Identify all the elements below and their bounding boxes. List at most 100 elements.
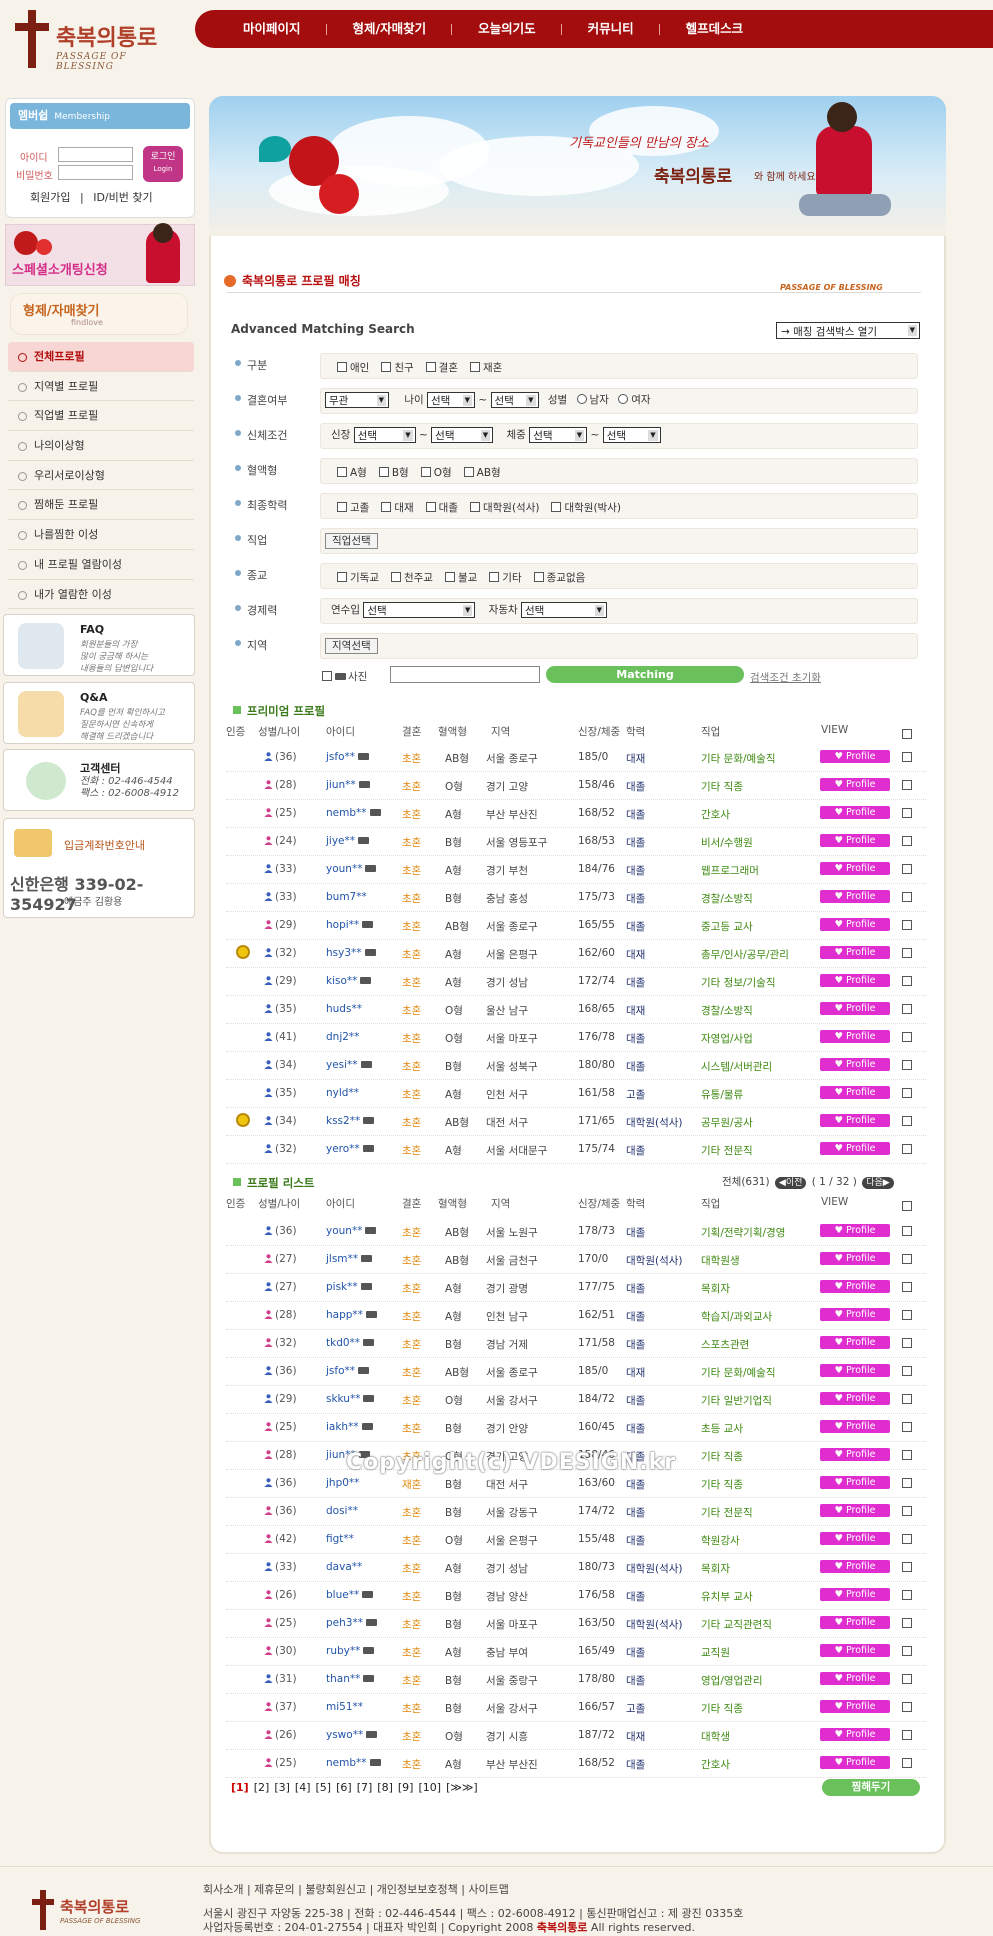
page-link-10[interactable]: [≫≫]	[446, 1781, 478, 1794]
user-id[interactable]: figt**	[326, 1533, 354, 1545]
user-id[interactable]: dosi**	[326, 1505, 358, 1517]
table-row[interactable]: (29) hopi** 초혼 AB형 서울 종로구 165/55 대졸 중고등 교사 ♥ Pro…	[226, 912, 926, 940]
table-row[interactable]: (37) mi51** 초혼 B형 서울 강서구 166/57 고졸 기타 직종 ♥ Profi…	[226, 1694, 926, 1722]
user-id[interactable]: dava**	[326, 1561, 362, 1573]
row-checkbox[interactable]	[902, 1730, 912, 1740]
page-link-7[interactable]: [8]	[377, 1781, 393, 1794]
row-checkbox[interactable]	[902, 1478, 912, 1488]
table-row[interactable]: (26) yswo** 초혼 O형 경기 시흥 187/72 대재 대학생 ♥ Profile	[226, 1722, 926, 1750]
keep-button[interactable]: 찜해두기	[822, 1779, 920, 1796]
table-row[interactable]: (35) huds** 초혼 O형 울산 남구 168/65 대재 경찰/소방직 ♥ Profi…	[226, 996, 926, 1024]
id-input[interactable]	[58, 147, 133, 162]
page-link-1[interactable]: [2]	[254, 1781, 270, 1794]
table-row[interactable]: (34) kss2** 초혼 AB형 대전 서구 171/65 대학원(석사) 공무원/공사 ♥…	[226, 1108, 926, 1136]
gnb-item-3[interactable]: 커뮤니티	[562, 10, 660, 48]
blood-checkbox-3[interactable]	[463, 467, 474, 477]
side-menu-item-0[interactable]: 전체프로필	[8, 342, 194, 372]
row-checkbox[interactable]	[902, 752, 912, 762]
table-row[interactable]: (33) bum7** 초혼 B형 충남 홍성 175/73 대졸 경찰/소방직 ♥ Profi…	[226, 884, 926, 912]
table-row[interactable]: (32) tkd0** 초혼 B형 경남 거제 171/58 대졸 스포츠관련 ♥ Profil…	[226, 1330, 926, 1358]
row-checkbox[interactable]	[902, 1562, 912, 1572]
row-checkbox[interactable]	[902, 1032, 912, 1042]
view-profile-button[interactable]: ♥ Profile	[820, 1476, 890, 1489]
view-profile-button[interactable]: ♥ Profile	[820, 1308, 890, 1321]
page-link-6[interactable]: [7]	[357, 1781, 373, 1794]
user-id[interactable]: pisk**	[326, 1281, 372, 1293]
faq-box[interactable]: FAQ 회원분들의 가장 많이 궁금해 하시는 내용들의 답변입니다	[3, 614, 195, 676]
user-id[interactable]: tkd0**	[326, 1337, 375, 1349]
join-link[interactable]: 회원가입	[30, 191, 70, 204]
gnb-item-4[interactable]: 헬프데스크	[660, 10, 770, 48]
user-id[interactable]: huds**	[326, 1003, 362, 1015]
kind-checkbox-0[interactable]	[337, 362, 347, 372]
table-row[interactable]: (28) happ** 초혼 A형 인천 남구 162/51 대졸 학습지/과외교사 ♥ Pro…	[226, 1302, 926, 1330]
view-profile-button[interactable]: ♥ Profile	[820, 778, 890, 791]
religion-checkbox-0[interactable]	[337, 572, 347, 582]
view-profile-button[interactable]: ♥ Profile	[820, 918, 890, 931]
user-id[interactable]: mi51**	[326, 1701, 363, 1713]
user-id[interactable]: nyld**	[326, 1087, 359, 1099]
table-row[interactable]: (27) pisk** 초혼 A형 경기 광명 177/75 대졸 목회자 ♥ Profile	[226, 1274, 926, 1302]
view-profile-button[interactable]: ♥ Profile	[820, 1142, 890, 1155]
user-id[interactable]: yesi**	[326, 1059, 372, 1071]
page-link-2[interactable]: [3]	[274, 1781, 290, 1794]
weight-to-select[interactable]: 선택	[602, 427, 661, 443]
password-input[interactable]	[58, 165, 133, 180]
row-checkbox[interactable]	[902, 1004, 912, 1014]
age-to-select[interactable]: 선택	[490, 392, 539, 408]
row-checkbox[interactable]	[902, 1674, 912, 1684]
user-id[interactable]: hsy3**	[326, 947, 376, 959]
user-id[interactable]: jiun**	[326, 779, 370, 791]
row-checkbox[interactable]	[902, 1646, 912, 1656]
qna-box[interactable]: Q&A FAQ를 먼저 확인하시고 질문하시면 신속하게 해결해 드리겠습니다	[3, 682, 195, 744]
female-radio[interactable]	[618, 394, 629, 404]
page-link-4[interactable]: [5]	[316, 1781, 332, 1794]
side-menu-item-2[interactable]: 직업별 프로필	[8, 401, 194, 432]
table-row[interactable]: (29) kiso** 초혼 A형 경기 성남 172/74 대졸 기타 정보/기술직 ♥ Pr…	[226, 968, 926, 996]
row-checkbox[interactable]	[902, 1758, 912, 1768]
row-checkbox[interactable]	[902, 1366, 912, 1376]
row-checkbox[interactable]	[902, 836, 912, 846]
search-box-toggle-select[interactable]: → 매칭 검색박스 열기	[776, 322, 920, 339]
view-profile-button[interactable]: ♥ Profile	[820, 890, 890, 903]
view-profile-button[interactable]: ♥ Profile	[820, 1616, 890, 1629]
view-profile-button[interactable]: ♥ Profile	[820, 1392, 890, 1405]
table-row[interactable]: (25) nemb** 초혼 A형 부산 부산진 168/52 대졸 간호사 ♥ Profile	[226, 800, 926, 828]
blood-checkbox-0[interactable]	[337, 467, 347, 477]
row-checkbox[interactable]	[902, 1394, 912, 1404]
row-checkbox[interactable]	[902, 1338, 912, 1348]
row-checkbox[interactable]	[902, 976, 912, 986]
view-profile-button[interactable]: ♥ Profile	[820, 1504, 890, 1517]
side-menu-item-3[interactable]: 나의이상형	[8, 431, 194, 461]
income-select[interactable]: 선택	[363, 602, 476, 618]
table-row[interactable]: (33) dava** 초혼 A형 경기 성남 180/73 대학원(석사) 목회자 ♥ Pro…	[226, 1554, 926, 1582]
select-all-checkbox[interactable]	[902, 1201, 912, 1211]
job-select-button[interactable]: 직업선택	[325, 533, 378, 549]
table-row[interactable]: (36) jsfo** 초혼 AB형 서울 종로구 185/0 대재 기타 문화/예술직 ♥ P…	[226, 744, 926, 772]
login-button[interactable]: 로그인 Login	[143, 146, 183, 182]
row-checkbox[interactable]	[902, 1618, 912, 1628]
gnb-item-0[interactable]: 마이페이지	[217, 10, 327, 48]
table-row[interactable]: (25) iakh** 초혼 B형 경기 안양 160/45 대졸 초등 교사 ♥ Profil…	[226, 1414, 926, 1442]
page-link-0[interactable]: [1]	[231, 1781, 249, 1794]
user-id[interactable]: jsfo**	[326, 751, 370, 763]
side-menu-item-4[interactable]: 우리서로이상형	[8, 461, 194, 491]
page-link-9[interactable]: [10]	[418, 1781, 441, 1794]
user-id[interactable]: jsfo**	[326, 1365, 370, 1377]
view-profile-button[interactable]: ♥ Profile	[820, 862, 890, 875]
row-checkbox[interactable]	[902, 1534, 912, 1544]
table-row[interactable]: (34) yesi** 초혼 B형 서울 성북구 180/80 대졸 시스템/서버관리 ♥ Pr…	[226, 1052, 926, 1080]
table-row[interactable]: (27) jlsm** 초혼 AB형 서울 금천구 170/0 대학원(석사) 대학원생 ♥ P…	[226, 1246, 926, 1274]
row-checkbox[interactable]	[902, 1144, 912, 1154]
row-checkbox[interactable]	[902, 948, 912, 958]
edu-checkbox-0[interactable]	[337, 502, 347, 512]
edu-checkbox-4[interactable]	[551, 502, 562, 512]
view-profile-button[interactable]: ♥ Profile	[820, 1030, 890, 1043]
row-checkbox[interactable]	[902, 864, 912, 874]
view-profile-button[interactable]: ♥ Profile	[820, 1672, 890, 1685]
table-row[interactable]: (25) peh3** 초혼 B형 서울 마포구 163/50 대학원(석사) 기타 교직관련…	[226, 1610, 926, 1638]
prev-button[interactable]: ◀이전	[774, 1177, 807, 1189]
table-row[interactable]: (31) than** 초혼 B형 서울 중랑구 178/80 대졸 영업/영업관리 ♥ Pro…	[226, 1666, 926, 1694]
gnb-item-1[interactable]: 형제/자매찾기	[327, 10, 453, 48]
view-profile-button[interactable]: ♥ Profile	[820, 1644, 890, 1657]
